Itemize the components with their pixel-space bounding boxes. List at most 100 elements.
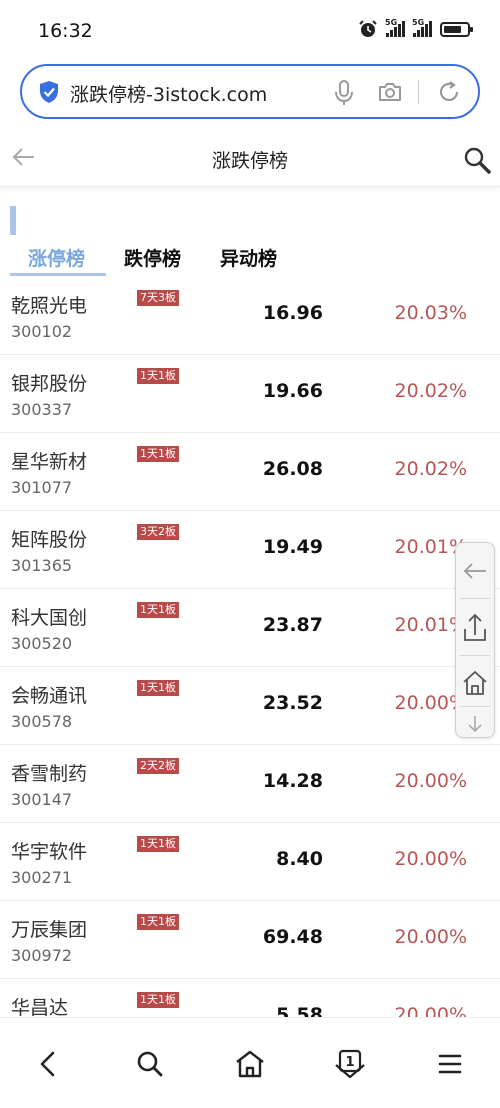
signal-5g-icon: 5G (412, 18, 432, 37)
floating-tool-panel (455, 542, 495, 738)
stock-name: 华宇软件 (11, 841, 88, 863)
stock-list: 乾照光电 300102 7天3板 16.96 20.03% 银邦股份 30033… (0, 277, 500, 1017)
stock-name: 星华新材 (11, 451, 88, 473)
battery-icon (440, 21, 473, 37)
stock-code: 300337 (11, 400, 73, 419)
nav-tabs-button[interactable]: 1 (332, 1046, 368, 1082)
stock-price: 23.87 (262, 614, 323, 636)
limit-up-streak-badge: 3天2板 (137, 524, 179, 540)
bottom-navigation: 1 (0, 1017, 500, 1108)
float-share-button[interactable] (456, 611, 494, 645)
stock-name: 科大国创 (11, 607, 88, 629)
stock-price: 69.48 (262, 926, 323, 948)
url-divider (418, 80, 419, 104)
limit-up-streak-badge: 1天1板 (137, 992, 179, 1008)
stock-code: 300147 (11, 790, 73, 809)
shield-check-icon (40, 81, 58, 103)
stock-price: 5.58 (276, 1004, 323, 1017)
stock-change-percent: 20.00% (394, 770, 467, 792)
stock-price: 23.52 (262, 692, 323, 714)
microphone-icon[interactable] (332, 79, 356, 107)
section-accent-bar (10, 206, 16, 235)
status-time: 16:32 (38, 20, 93, 42)
limit-up-streak-badge: 7天3板 (137, 290, 179, 306)
stock-row[interactable]: 乾照光电 300102 7天3板 16.96 20.03% (0, 277, 500, 355)
stock-price: 19.66 (262, 380, 323, 402)
page-header: 涨跌停榜 (0, 130, 500, 187)
limit-up-streak-badge: 1天1板 (137, 914, 179, 930)
float-back-button[interactable] (456, 561, 494, 581)
limit-up-streak-badge: 2天2板 (137, 758, 179, 774)
stock-row[interactable]: 银邦股份 300337 1天1板 19.66 20.02% (0, 355, 500, 433)
tab-limit-down[interactable]: 跌停榜 (124, 244, 181, 271)
nav-menu-button[interactable] (432, 1046, 468, 1082)
active-tab-underline (10, 273, 106, 276)
stock-change-percent: 20.00% (394, 848, 467, 870)
signal-5g-icon: 5G (385, 18, 405, 37)
stock-code: 300972 (11, 946, 73, 965)
home-icon (463, 671, 487, 695)
stock-row[interactable]: 矩阵股份 301365 3天2板 19.49 20.01% (0, 511, 500, 589)
stock-name: 香雪制药 (11, 763, 88, 785)
status-bar: 16:32 5G 5G (0, 0, 500, 62)
stock-change-percent: 20.03% (394, 302, 467, 324)
tab-unusual-moves[interactable]: 异动榜 (220, 244, 277, 271)
stock-row[interactable]: 万辰集团 300972 1天1板 69.48 20.00% (0, 901, 500, 979)
stock-name: 华昌达 (11, 997, 69, 1017)
float-home-button[interactable] (456, 669, 494, 697)
stock-row[interactable]: 会畅通讯 300578 1天1板 23.52 20.00% (0, 667, 500, 745)
stock-row[interactable]: 星华新材 301077 1天1板 26.08 20.02% (0, 433, 500, 511)
stock-change-percent: 20.00% (394, 1004, 467, 1017)
stock-price: 26.08 (262, 458, 323, 480)
stock-code: 301077 (11, 478, 73, 497)
nav-back-button[interactable] (30, 1046, 66, 1082)
nav-home-button[interactable] (232, 1046, 268, 1082)
stock-code: 300271 (11, 868, 73, 887)
float-down-button[interactable] (456, 714, 494, 734)
home-icon (236, 1050, 264, 1078)
limit-up-streak-badge: 1天1板 (137, 836, 179, 852)
stock-row[interactable]: 香雪制药 300147 2天2板 14.28 20.00% (0, 745, 500, 823)
tabs-icon: 1 (335, 1049, 365, 1079)
stock-code: 301365 (11, 556, 73, 575)
stock-row[interactable]: 华昌达 300278 1天1板 5.58 20.00% (0, 979, 500, 1017)
stock-row[interactable]: 华宇软件 300271 1天1板 8.40 20.00% (0, 823, 500, 901)
nav-search-button[interactable] (132, 1046, 168, 1082)
page-title: 涨跌停榜 (211, 150, 288, 172)
stock-name: 会畅通讯 (11, 685, 88, 707)
stock-change-percent: 20.00% (394, 926, 467, 948)
stock-name: 银邦股份 (11, 373, 88, 395)
stock-price: 8.40 (276, 848, 323, 870)
tab-limit-up[interactable]: 涨停榜 (28, 244, 85, 271)
alarm-icon (359, 20, 377, 37)
address-bar[interactable]: 涨跌停榜-3istock.com (20, 64, 480, 119)
stock-name: 矩阵股份 (11, 529, 88, 551)
status-icons: 5G 5G (358, 18, 473, 39)
arrow-left-icon (463, 563, 486, 579)
tab-count: 1 (345, 1055, 354, 1070)
stock-price: 14.28 (262, 770, 323, 792)
limit-up-streak-badge: 1天1板 (137, 368, 179, 384)
limit-up-streak-badge: 1天1板 (137, 446, 179, 462)
float-divider (460, 655, 490, 656)
stock-price: 19.49 (262, 536, 323, 558)
menu-icon (438, 1054, 462, 1074)
stock-change-percent: 20.02% (394, 380, 467, 402)
stock-code: 300102 (11, 322, 73, 341)
float-divider (460, 706, 490, 707)
float-divider (460, 598, 490, 599)
stock-code: 300520 (11, 634, 73, 653)
url-text[interactable]: 涨跌停榜-3istock.com (70, 80, 267, 107)
back-icon (40, 1051, 55, 1077)
camera-icon[interactable] (377, 79, 403, 105)
limit-up-streak-badge: 1天1板 (137, 680, 179, 696)
stock-change-percent: 20.02% (394, 458, 467, 480)
reload-icon[interactable] (436, 79, 462, 105)
search-icon[interactable] (462, 145, 492, 175)
search-icon (137, 1051, 163, 1077)
arrow-down-icon (468, 716, 482, 733)
limit-up-streak-badge: 1天1板 (137, 602, 179, 618)
stock-price: 16.96 (262, 302, 323, 324)
stock-row[interactable]: 科大国创 300520 1天1板 23.87 20.01% (0, 589, 500, 667)
stock-code: 300578 (11, 712, 73, 731)
